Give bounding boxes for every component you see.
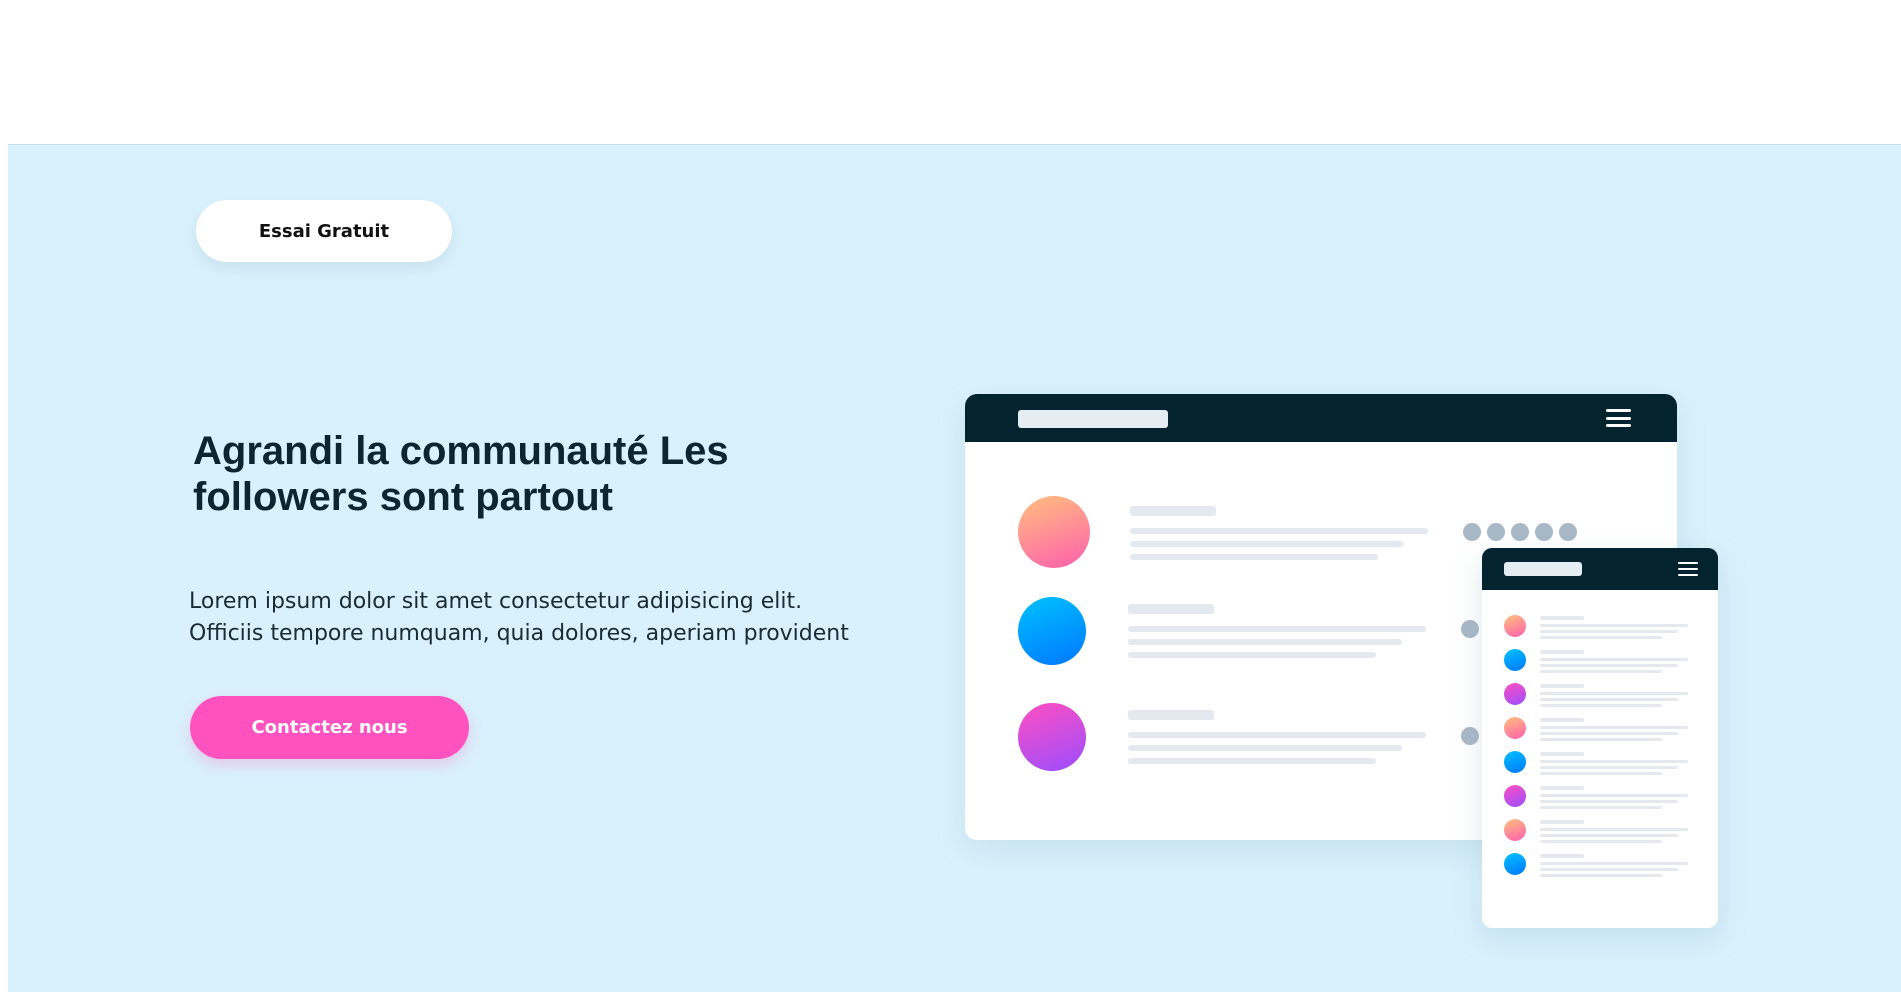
desktop-row-line-placeholder xyxy=(1130,554,1378,560)
free-trial-button[interactable]: Essai Gratuit xyxy=(196,200,452,262)
mobile-row-line-placeholder xyxy=(1540,658,1688,661)
mobile-row-line-placeholder xyxy=(1540,874,1662,877)
mobile-row-line-placeholder xyxy=(1540,760,1688,763)
mobile-window-illustration xyxy=(1482,548,1718,928)
mobile-row-line-placeholder xyxy=(1540,828,1688,831)
hero-headline: Agrandi la communauté Les followers sont… xyxy=(193,429,729,519)
desktop-window-titlebar xyxy=(965,394,1677,442)
desktop-row-dot xyxy=(1463,523,1481,541)
mobile-row-line-placeholder xyxy=(1540,664,1678,667)
mobile-row-line-placeholder xyxy=(1540,670,1662,673)
mobile-row-line-placeholder xyxy=(1540,862,1688,865)
mobile-row-title-placeholder xyxy=(1540,820,1584,824)
contact-us-button[interactable]: Contactez nous xyxy=(190,696,469,759)
hamburger-menu-icon xyxy=(1606,409,1631,427)
desktop-row-dot xyxy=(1535,523,1553,541)
mobile-row-line-placeholder xyxy=(1540,834,1678,837)
desktop-row-line-placeholder xyxy=(1128,639,1402,645)
mobile-row-line-placeholder xyxy=(1540,732,1678,735)
mobile-row-avatar xyxy=(1504,649,1526,671)
hamburger-menu-icon xyxy=(1678,562,1698,576)
mobile-row-avatar xyxy=(1504,717,1526,739)
desktop-row-dot xyxy=(1487,523,1505,541)
desktop-row-dot xyxy=(1461,620,1479,638)
desktop-row-line-placeholder xyxy=(1130,541,1404,547)
mobile-row-avatar xyxy=(1504,819,1526,841)
mobile-row-line-placeholder xyxy=(1540,726,1688,729)
mobile-row-avatar xyxy=(1504,853,1526,875)
mobile-row-avatar xyxy=(1504,751,1526,773)
desktop-row-line-placeholder xyxy=(1128,745,1402,751)
mobile-row-line-placeholder xyxy=(1540,840,1662,843)
mobile-row-line-placeholder xyxy=(1540,636,1662,639)
desktop-row-line-placeholder xyxy=(1128,732,1426,738)
desktop-row-dot xyxy=(1511,523,1529,541)
mobile-row-line-placeholder xyxy=(1540,806,1662,809)
mobile-row-title-placeholder xyxy=(1540,718,1584,722)
mobile-row-title-placeholder xyxy=(1540,786,1584,790)
mobile-title-placeholder xyxy=(1504,562,1582,576)
mobile-row-line-placeholder xyxy=(1540,794,1688,797)
desktop-row-line-placeholder xyxy=(1128,626,1426,632)
desktop-row-dot xyxy=(1461,727,1479,745)
top-header-area xyxy=(0,0,1901,144)
mobile-row-title-placeholder xyxy=(1540,616,1584,620)
mobile-row-avatar xyxy=(1504,683,1526,705)
desktop-row-title-placeholder xyxy=(1130,506,1216,516)
mobile-row-title-placeholder xyxy=(1540,854,1584,858)
mobile-row-title-placeholder xyxy=(1540,684,1584,688)
mobile-row-avatar xyxy=(1504,785,1526,807)
mobile-row-title-placeholder xyxy=(1540,650,1584,654)
desktop-row-line-placeholder xyxy=(1128,758,1376,764)
desktop-row-dot xyxy=(1559,523,1577,541)
mobile-row-line-placeholder xyxy=(1540,868,1678,871)
mobile-window-titlebar xyxy=(1482,548,1718,590)
hero-lead-text: Lorem ipsum dolor sit amet consectetur a… xyxy=(189,589,849,646)
mobile-row-line-placeholder xyxy=(1540,738,1662,741)
desktop-row-avatar xyxy=(1018,496,1090,568)
desktop-row-title-placeholder xyxy=(1128,604,1214,614)
desktop-row-line-placeholder xyxy=(1130,528,1428,534)
desktop-row-title-placeholder xyxy=(1128,710,1214,720)
desktop-title-placeholder xyxy=(1018,410,1168,428)
mobile-row-line-placeholder xyxy=(1540,692,1688,695)
mobile-row-line-placeholder xyxy=(1540,800,1678,803)
mobile-row-line-placeholder xyxy=(1540,772,1662,775)
mobile-row-line-placeholder xyxy=(1540,624,1688,627)
mobile-row-line-placeholder xyxy=(1540,698,1678,701)
mobile-row-line-placeholder xyxy=(1540,704,1662,707)
desktop-row-avatar xyxy=(1018,703,1086,771)
mobile-row-line-placeholder xyxy=(1540,766,1678,769)
mobile-row-avatar xyxy=(1504,615,1526,637)
desktop-row-avatar xyxy=(1018,597,1086,665)
mobile-row-line-placeholder xyxy=(1540,630,1678,633)
mobile-row-title-placeholder xyxy=(1540,752,1584,756)
desktop-row-line-placeholder xyxy=(1128,652,1376,658)
